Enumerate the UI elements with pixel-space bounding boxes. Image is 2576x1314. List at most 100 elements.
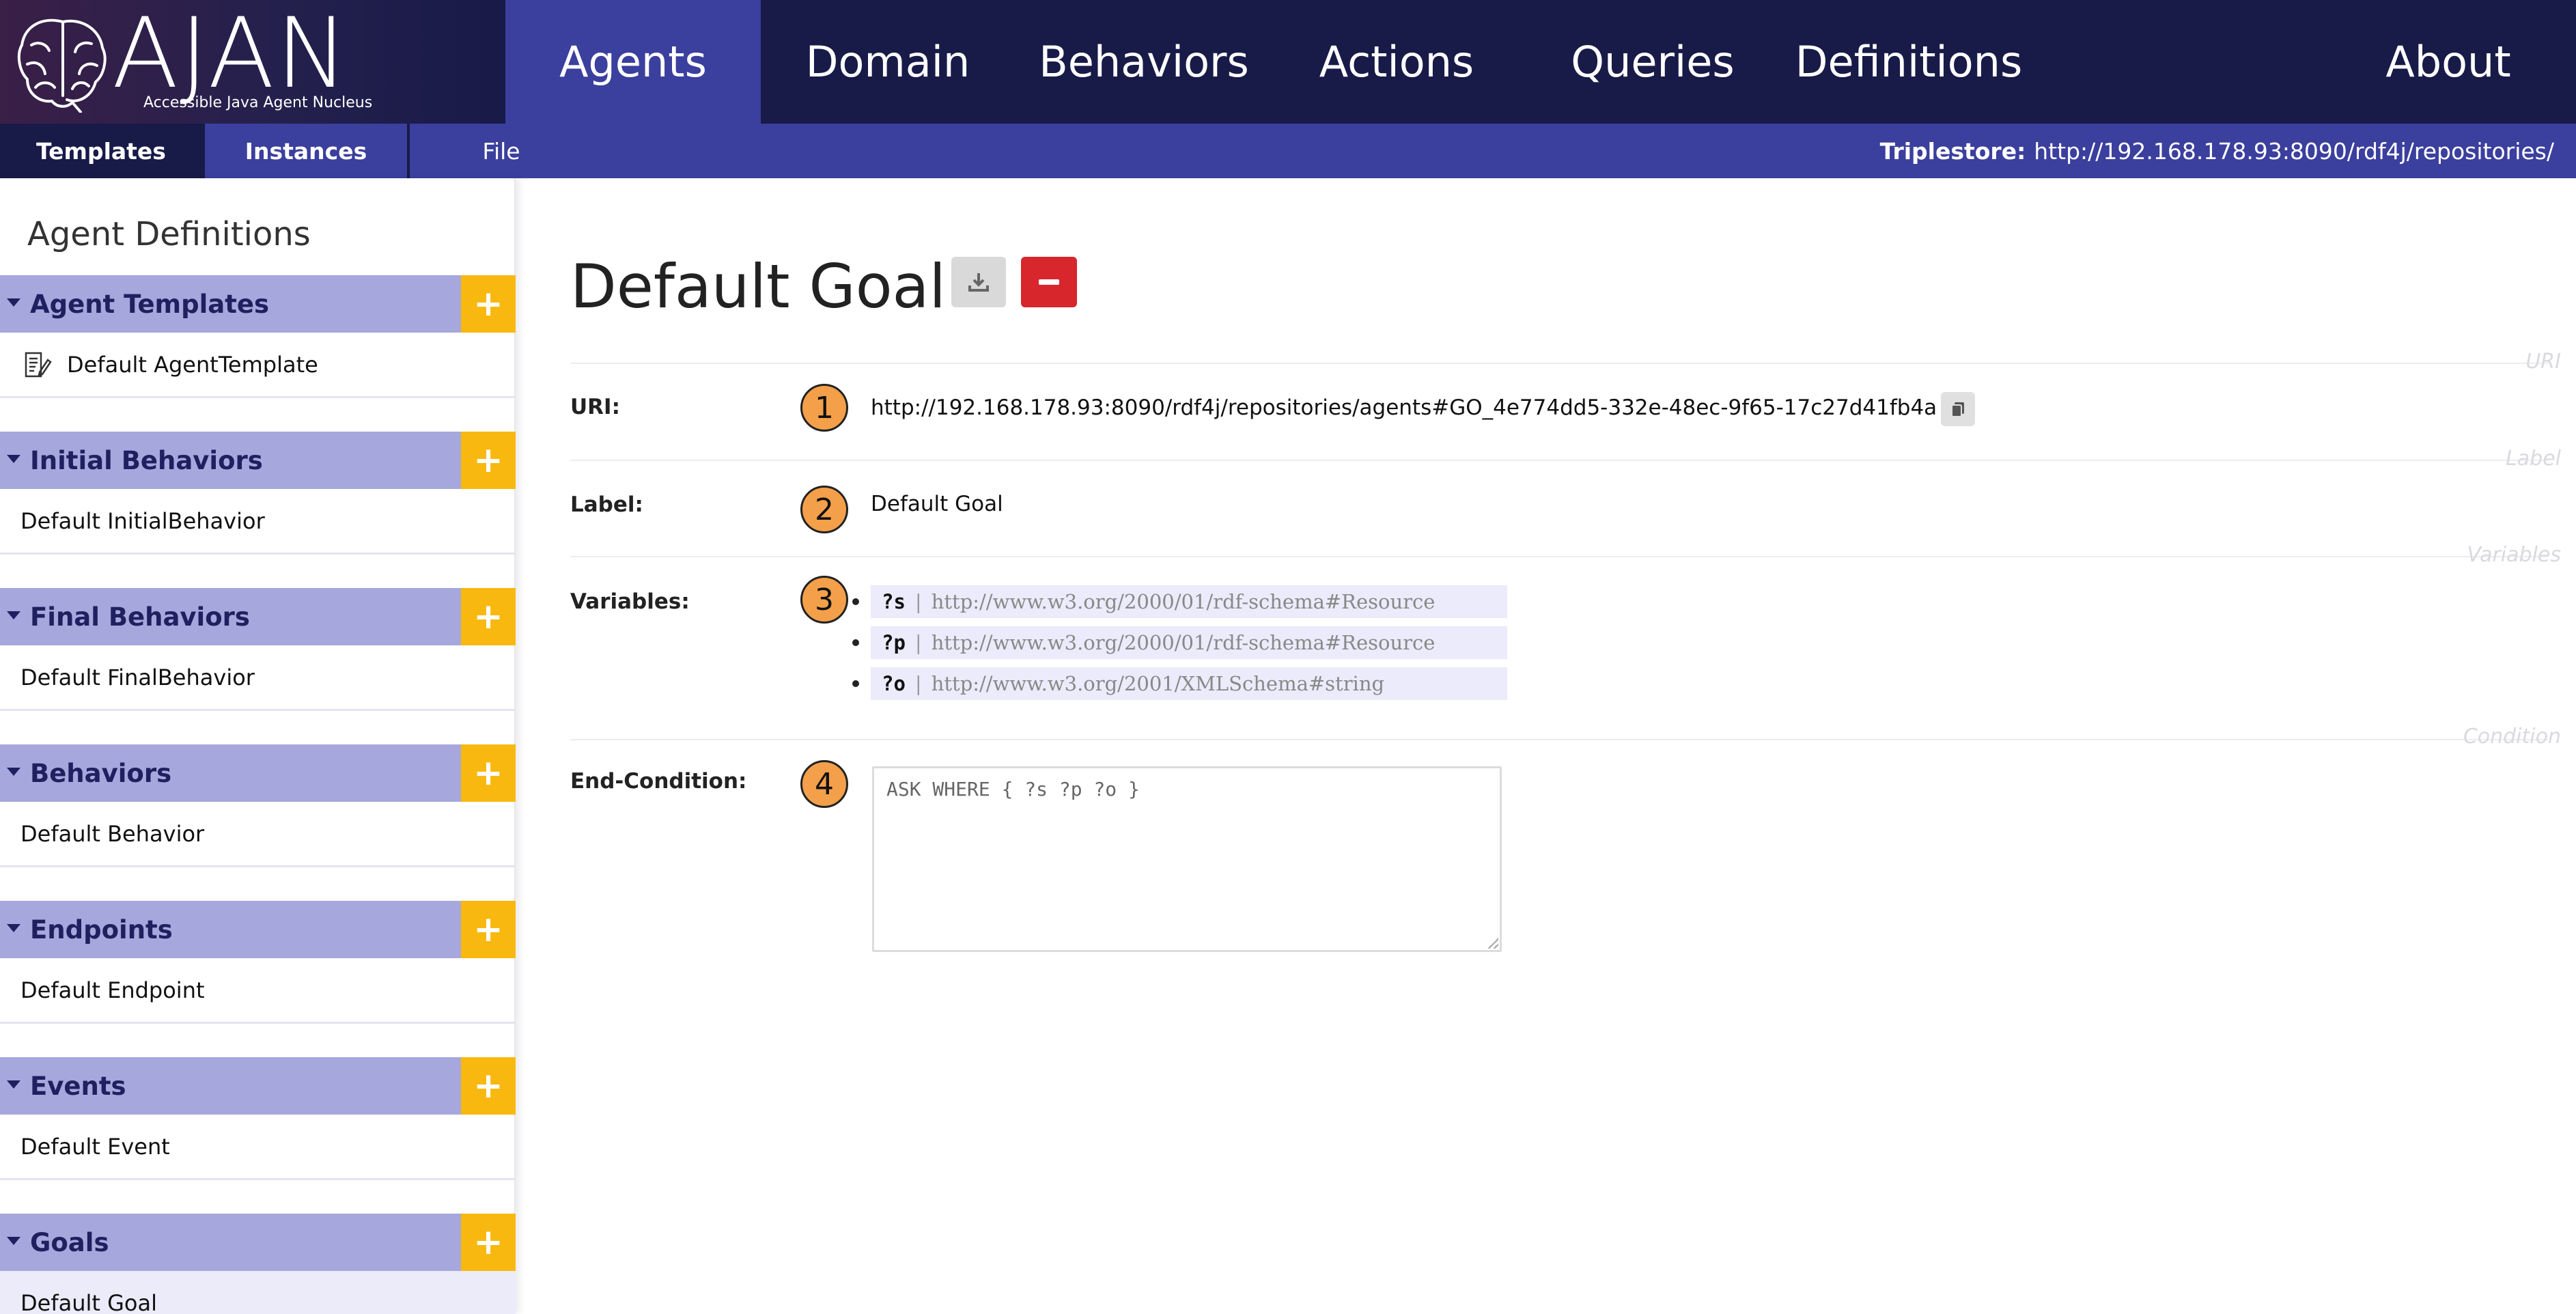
add-initial-behavior-button[interactable]: + xyxy=(461,432,516,489)
section-header[interactable]: Final Behaviors + xyxy=(0,588,516,645)
sidebar-item-label: Default AgentTemplate xyxy=(67,351,318,378)
variables-label: Variables: xyxy=(570,589,690,614)
tab-templates[interactable]: Templates xyxy=(0,124,202,178)
ajan-logo[interactable]: AJAN Accessible Java Agent Nucleus xyxy=(0,0,505,124)
end-condition-textarea[interactable]: ASK WHERE { ?s ?p ?o } xyxy=(872,766,1502,952)
document-edit-icon xyxy=(25,352,52,377)
delete-button[interactable] xyxy=(1021,257,1077,307)
add-endpoint-button[interactable]: + xyxy=(461,901,516,958)
section-title: Endpoints xyxy=(30,914,173,945)
divider xyxy=(570,363,2548,364)
caret-down-icon[interactable] xyxy=(7,924,20,932)
add-behavior-button[interactable]: + xyxy=(461,744,516,802)
bullet xyxy=(852,639,859,646)
caret-down-icon[interactable] xyxy=(7,768,20,776)
section-header[interactable]: Behaviors + xyxy=(0,744,516,802)
sidebar-item-default-behavior[interactable]: Default Behavior xyxy=(0,802,516,867)
nav-definitions[interactable]: Definitions xyxy=(1789,0,2028,124)
nav-about[interactable]: About xyxy=(2370,0,2527,124)
section-header[interactable]: Goals + xyxy=(0,1214,516,1271)
section-title: Goals xyxy=(30,1227,109,1257)
divider xyxy=(570,739,2548,740)
nav-actions[interactable]: Actions xyxy=(1298,0,1496,124)
download-icon xyxy=(968,273,989,292)
end-condition-value: ASK WHERE { ?s ?p ?o } xyxy=(886,778,1140,800)
section-header[interactable]: Endpoints + xyxy=(0,901,516,958)
download-button[interactable] xyxy=(951,257,1006,307)
section-header[interactable]: Agent Templates + xyxy=(0,275,516,333)
variable-separator: | xyxy=(914,631,922,654)
add-final-behavior-button[interactable]: + xyxy=(461,588,516,645)
variable-type: http://www.w3.org/2001/XMLSchema#string xyxy=(931,672,1385,695)
top-navigation: AJAN Accessible Java Agent Nucleus Agent… xyxy=(0,0,2576,124)
nav-agents[interactable]: Agents xyxy=(505,0,761,124)
variable-item: ?p | http://www.w3.org/2000/01/rdf-schem… xyxy=(871,626,1507,659)
caret-down-icon[interactable] xyxy=(7,298,20,307)
divider xyxy=(570,460,2548,461)
nav-behaviors[interactable]: Behaviors xyxy=(1031,0,1257,124)
uri-label: URI: xyxy=(570,395,620,419)
section-header[interactable]: Events + xyxy=(0,1057,516,1115)
logo-title: AJAN xyxy=(112,0,350,110)
section-header[interactable]: Initial Behaviors + xyxy=(0,432,516,489)
caret-down-icon[interactable] xyxy=(7,455,20,463)
caret-down-icon[interactable] xyxy=(7,1080,20,1089)
variables-ghost-label: Variables xyxy=(2467,543,2561,567)
section-title: Events xyxy=(30,1071,126,1101)
page-title: Default Goal xyxy=(570,251,946,322)
sidebar-item-default-finalbehavior[interactable]: Default FinalBehavior xyxy=(0,645,516,711)
triplestore-info: Triplestore: http://192.168.178.93:8090/… xyxy=(1880,124,2554,178)
uri-value: http://192.168.178.93:8090/rdf4j/reposit… xyxy=(871,395,1937,420)
variable-item: ?o | http://www.w3.org/2001/XMLSchema#st… xyxy=(871,667,1507,700)
bullet xyxy=(852,680,859,687)
divider xyxy=(570,556,2548,557)
copy-uri-button[interactable] xyxy=(1941,392,1975,426)
minus-icon xyxy=(1039,279,1059,285)
nav-domain[interactable]: Domain xyxy=(792,0,983,124)
sidebar-title: Agent Definitions xyxy=(27,215,311,253)
annotation-badge-1: 1 xyxy=(800,384,848,432)
add-event-button[interactable]: + xyxy=(461,1057,516,1115)
variable-name: ?o xyxy=(882,672,906,695)
sidebar-item-default-event[interactable]: Default Event xyxy=(0,1115,516,1180)
annotation-badge-4: 4 xyxy=(800,760,848,808)
sidebar-item-default-endpoint[interactable]: Default Endpoint xyxy=(0,958,516,1024)
condition-ghost-label: Condition xyxy=(2463,725,2561,749)
logo-subtitle: Accessible Java Agent Nucleus xyxy=(143,94,373,111)
variable-separator: | xyxy=(914,672,922,695)
variable-type: http://www.w3.org/2000/01/rdf-schema#Res… xyxy=(931,590,1436,613)
section-title: Behaviors xyxy=(30,758,172,788)
sidebar-item-default-initialbehavior[interactable]: Default InitialBehavior xyxy=(0,489,516,555)
sidebar-item-default-goal[interactable]: Default Goal xyxy=(0,1271,516,1314)
bullet xyxy=(852,598,859,605)
label-label: Label: xyxy=(570,492,643,517)
triplestore-label: Triplestore: xyxy=(1879,137,2026,165)
label-ghost-label: Label xyxy=(2506,447,2561,471)
variable-item: ?s | http://www.w3.org/2000/01/rdf-schem… xyxy=(871,585,1507,618)
add-goal-button[interactable]: + xyxy=(461,1214,516,1271)
copy-icon xyxy=(1951,402,1964,417)
tab-instances[interactable]: Instances xyxy=(205,124,407,178)
variable-name: ?p xyxy=(882,631,906,654)
variable-name: ?s xyxy=(882,590,906,613)
section-title: Initial Behaviors xyxy=(30,445,263,475)
end-condition-label: End-Condition: xyxy=(570,769,747,794)
variable-separator: | xyxy=(914,590,922,613)
uri-ghost-label: URI xyxy=(2525,350,2561,374)
tab-file[interactable]: File xyxy=(410,124,593,178)
sidebar: Agent Definitions Agent Templates + Defa… xyxy=(0,178,516,1314)
label-value: Default Goal xyxy=(871,492,1003,516)
annotation-badge-2: 2 xyxy=(800,486,848,533)
caret-down-icon[interactable] xyxy=(7,611,20,619)
sub-navigation: Templates Instances File Triplestore: ht… xyxy=(0,124,2576,178)
brain-logo-icon xyxy=(17,18,107,113)
nav-queries[interactable]: Queries xyxy=(1557,0,1748,124)
add-agent-template-button[interactable]: + xyxy=(461,275,516,333)
annotation-badge-3: 3 xyxy=(800,576,848,624)
resize-handle-icon[interactable] xyxy=(1487,938,1498,949)
sidebar-item-default-agenttemplate[interactable]: Default AgentTemplate xyxy=(0,333,516,398)
variable-type: http://www.w3.org/2000/01/rdf-schema#Res… xyxy=(931,631,1436,654)
triplestore-url[interactable]: http://192.168.178.93:8090/rdf4j/reposit… xyxy=(2034,138,2554,165)
caret-down-icon[interactable] xyxy=(7,1237,20,1245)
section-title: Agent Templates xyxy=(30,289,270,319)
